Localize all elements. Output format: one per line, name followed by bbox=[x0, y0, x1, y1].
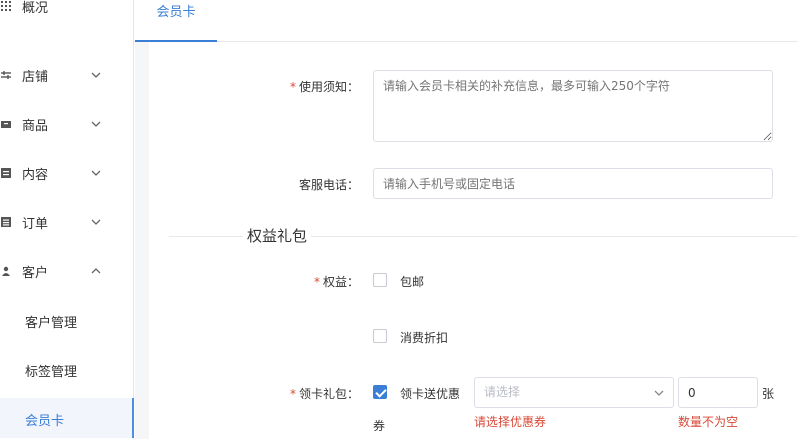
free-shipping-label: 包邮 bbox=[400, 275, 425, 289]
coupon-select-placeholder: 请选择 bbox=[484, 385, 521, 399]
sidebar-item-overview[interactable]: 概况 bbox=[0, 0, 134, 26]
sidebar-item-customers[interactable]: 客户 bbox=[0, 251, 134, 291]
list-icon bbox=[1, 217, 11, 227]
chevron-down-icon bbox=[91, 170, 101, 176]
coupon-gift-label: 领卡送优惠 bbox=[400, 387, 461, 401]
document-icon bbox=[1, 168, 11, 178]
required-asterisk: * bbox=[289, 80, 296, 94]
tab-bar: 会员卡 bbox=[135, 0, 798, 42]
notice-textarea[interactable] bbox=[373, 70, 773, 142]
sidebar-item-label: 内容 bbox=[22, 167, 49, 183]
sidebar-subitem-tag-management[interactable]: 标签管理 bbox=[0, 349, 134, 389]
sidebar-item-label: 客户 bbox=[22, 265, 49, 281]
coupon-error: 请选择优惠券 bbox=[474, 415, 547, 429]
sidebar-item-label: 商品 bbox=[22, 118, 49, 134]
user-icon bbox=[1, 266, 11, 276]
chevron-up-icon bbox=[91, 268, 101, 274]
free-shipping-checkbox[interactable] bbox=[373, 273, 387, 287]
chevron-down-icon bbox=[91, 219, 101, 225]
discount-checkbox[interactable] bbox=[373, 329, 387, 343]
coupon-select[interactable]: 请选择 bbox=[474, 377, 674, 408]
sidebar-subitem-label: 会员卡 bbox=[25, 414, 65, 429]
phone-label: 客服电话： bbox=[298, 178, 359, 192]
sidebar-item-orders[interactable]: 订单 bbox=[0, 202, 134, 242]
sidebar-subitem-label: 标签管理 bbox=[25, 365, 78, 380]
quantity-input[interactable] bbox=[678, 377, 758, 408]
box-icon bbox=[1, 119, 11, 129]
tab-member-card[interactable]: 会员卡 bbox=[135, 0, 217, 42]
sidebar-item-label: 店铺 bbox=[22, 69, 49, 85]
chevron-down-icon bbox=[91, 121, 101, 127]
notice-label: * 使用须知： bbox=[289, 80, 359, 94]
section-title: 权益礼包 bbox=[243, 225, 312, 246]
sidebar-subitem-member-card[interactable]: 会员卡 bbox=[0, 398, 134, 438]
discount-label: 消费折扣 bbox=[400, 331, 449, 345]
quantity-unit: 张 bbox=[762, 387, 775, 401]
store-icon bbox=[1, 70, 11, 80]
chevron-down-icon bbox=[654, 390, 664, 396]
main-content: 会员卡 *使用须知： 客服电话： 权益礼包 *权益： 包邮 消费折扣 *领卡礼包… bbox=[135, 0, 798, 439]
sidebar-item-label: 概况 bbox=[22, 0, 49, 16]
chevron-down-icon bbox=[91, 72, 101, 78]
sidebar-item-store[interactable]: 店铺 bbox=[0, 55, 134, 95]
phone-input[interactable] bbox=[373, 168, 773, 199]
required-asterisk: * bbox=[313, 275, 320, 289]
required-asterisk: * bbox=[289, 387, 296, 401]
quantity-error: 数量不为空 bbox=[678, 415, 739, 429]
sidebar-item-content[interactable]: 内容 bbox=[0, 153, 134, 193]
sidebar-item-label: 订单 bbox=[22, 216, 49, 232]
grid-icon bbox=[1, 1, 11, 11]
sidebar-subitem-label: 客户管理 bbox=[25, 316, 78, 331]
coupon-gift-label-wrap: 券 bbox=[373, 419, 386, 433]
content-gutter bbox=[135, 42, 149, 439]
sidebar-subitem-customer-management[interactable]: 客户管理 bbox=[0, 300, 134, 340]
gift-label: * 领卡礼包： bbox=[289, 387, 359, 401]
benefits-label: * 权益： bbox=[313, 275, 359, 289]
coupon-gift-checkbox[interactable] bbox=[373, 385, 387, 399]
sidebar-item-goods[interactable]: 商品 bbox=[0, 104, 134, 144]
sidebar: 概况 店铺 商品 内容 订单 客户 客户管理 标签管理 会员卡 bbox=[0, 0, 134, 439]
